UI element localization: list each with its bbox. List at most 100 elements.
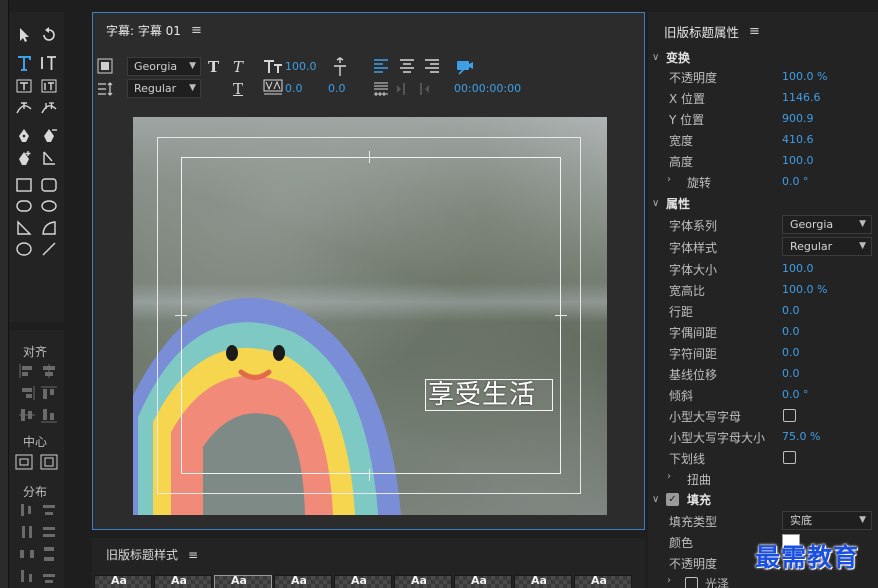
chevron-down-icon: ∨ — [652, 198, 660, 209]
style-swatch[interactable]: Aa — [154, 574, 212, 588]
x-position-value[interactable]: 1146.6 — [782, 91, 821, 104]
wedge-tool-icon[interactable] — [13, 218, 35, 238]
align-bottom-icon[interactable] — [40, 407, 58, 423]
add-anchor-point-tool-icon[interactable] — [13, 148, 35, 168]
leading-value[interactable]: 0.0 — [328, 82, 346, 95]
clipped-corner-rectangle-tool-icon[interactable] — [13, 196, 35, 216]
fill-section[interactable]: ∨ ✓ 填充 — [652, 491, 711, 508]
width-value[interactable]: 410.6 — [782, 133, 814, 146]
area-type-tool-icon[interactable] — [13, 76, 35, 96]
small-caps-checkbox[interactable] — [783, 409, 796, 422]
align-vertical-center-icon[interactable] — [40, 363, 58, 379]
convert-anchor-point-tool-icon[interactable] — [38, 148, 60, 168]
align-panel: 对齐 中心 分布 — [9, 330, 64, 588]
align-center-text-icon[interactable] — [399, 58, 415, 77]
tab-stops-icon[interactable] — [97, 81, 113, 100]
aspect-value[interactable]: 100.0 % — [782, 283, 827, 296]
height-value[interactable]: 100.0 — [782, 154, 814, 167]
vertical-path-type-tool-icon[interactable] — [38, 98, 60, 118]
tab-left-icon[interactable] — [394, 81, 410, 100]
transform-section[interactable]: ∨ 变换 — [652, 49, 690, 66]
underline-icon[interactable]: T — [233, 80, 243, 98]
roll-crawl-options-icon[interactable] — [97, 58, 113, 77]
vertical-area-type-tool-icon[interactable] — [38, 76, 60, 96]
prop-row-rotation[interactable]: › 旋转 0.0 ° — [667, 172, 874, 192]
styles-panel-menu-icon[interactable]: ≡ — [188, 548, 198, 562]
kerning-value[interactable]: 0.0 — [285, 82, 303, 95]
style-swatch[interactable]: Aa — [514, 574, 572, 588]
small-caps-size-value[interactable]: 75.0 % — [782, 430, 820, 443]
prop-row-distort[interactable]: › 扭曲 — [667, 469, 874, 489]
center-vertical-icon[interactable] — [40, 454, 58, 470]
prop-row-width: 宽度 410.6 — [669, 133, 814, 148]
distribute-center-icon[interactable] — [40, 502, 58, 518]
slant-value[interactable]: 0.0 ° — [782, 388, 809, 401]
distribute-bottom-icon[interactable] — [18, 568, 36, 584]
font-family-dropdown[interactable]: Georgia ▼ — [782, 215, 872, 234]
style-swatch[interactable]: Aa — [394, 574, 452, 588]
style-swatch[interactable]: Aa — [454, 574, 512, 588]
font-style-select[interactable]: Regular ▼ — [127, 79, 201, 98]
font-style-dropdown[interactable]: Regular ▼ — [782, 237, 872, 256]
style-swatch[interactable]: Aa — [334, 574, 392, 588]
align-left-text-icon[interactable] — [373, 58, 389, 77]
opacity-value[interactable]: 100.0 % — [782, 70, 827, 83]
fill-type-dropdown[interactable]: 实底 ▼ — [782, 511, 872, 530]
font-size-value[interactable]: 100.0 — [782, 262, 814, 275]
type-tool-icon[interactable] — [13, 53, 35, 73]
align-right-icon[interactable] — [18, 385, 36, 401]
line-tool-icon[interactable] — [38, 239, 60, 259]
align-top-icon[interactable] — [40, 385, 58, 401]
path-type-tool-icon[interactable] — [13, 98, 35, 118]
kerning-value[interactable]: 0.0 — [782, 325, 800, 338]
tab-ruler-icon[interactable] — [373, 81, 389, 100]
distribute-top-icon[interactable] — [40, 524, 58, 540]
selection-tool-icon[interactable] — [13, 25, 35, 45]
style-swatch[interactable]: Aa — [214, 574, 272, 588]
prop-row-gloss[interactable]: › 光泽 — [667, 573, 874, 588]
style-swatch[interactable]: Aa — [574, 574, 632, 588]
rounded-rectangle-tool-icon[interactable] — [38, 175, 60, 195]
background-timecode[interactable]: 00:00:00:00 — [454, 82, 521, 95]
panel-menu-icon[interactable]: ≡ — [191, 23, 202, 38]
attributes-section[interactable]: ∨ 属性 — [652, 195, 690, 212]
distribute-spacing-v-icon[interactable] — [40, 546, 58, 562]
prop-row-fill-type: 填充类型 实底 ▼ — [669, 511, 874, 531]
properties-menu-icon[interactable]: ≡ — [749, 24, 760, 39]
tab-right-icon[interactable] — [416, 81, 432, 100]
distribute-middle-icon[interactable] — [40, 568, 58, 584]
align-horizontal-center-icon[interactable] — [18, 407, 36, 423]
show-background-video-icon[interactable] — [456, 57, 474, 78]
font-size-value[interactable]: 100.0 — [285, 60, 317, 73]
title-canvas[interactable]: 享受生活 — [133, 117, 607, 515]
ellipse-tool-icon[interactable] — [13, 239, 35, 259]
rounded-corner-rectangle-tool-icon[interactable] — [38, 196, 60, 216]
leading-value[interactable]: 0.0 — [782, 304, 800, 317]
tools-panel — [9, 12, 64, 322]
baseline-shift-value[interactable]: 0.0 — [782, 367, 800, 380]
y-position-value[interactable]: 900.9 — [782, 112, 814, 125]
align-right-text-icon[interactable] — [424, 58, 440, 77]
italic-icon[interactable]: T — [233, 58, 243, 76]
center-horizontal-icon[interactable] — [15, 454, 33, 470]
rectangle-tool-icon[interactable] — [13, 175, 35, 195]
vertical-type-tool-icon[interactable] — [38, 53, 60, 73]
delete-anchor-point-tool-icon[interactable] — [38, 126, 60, 146]
distribute-right-icon[interactable] — [18, 524, 36, 540]
bold-icon[interactable]: T — [208, 58, 219, 76]
tracking-value[interactable]: 0.0 — [782, 346, 800, 359]
underline-checkbox[interactable] — [783, 451, 796, 464]
style-swatch[interactable]: Aa — [274, 574, 332, 588]
fill-checkbox[interactable]: ✓ — [666, 493, 679, 506]
align-left-icon[interactable] — [18, 363, 36, 379]
rotate-tool-icon[interactable] — [38, 25, 60, 45]
style-swatch[interactable]: Aa — [94, 574, 152, 588]
pen-tool-icon[interactable] — [13, 126, 35, 146]
distribute-spacing-h-icon[interactable] — [18, 546, 36, 562]
gloss-checkbox[interactable] — [685, 577, 698, 588]
top-center-tick — [369, 151, 370, 163]
arc-tool-icon[interactable] — [38, 218, 60, 238]
font-family-select[interactable]: Georgia ▼ — [127, 57, 201, 76]
distribute-left-icon[interactable] — [18, 502, 36, 518]
caption-text-box[interactable]: 享受生活 — [425, 379, 553, 411]
